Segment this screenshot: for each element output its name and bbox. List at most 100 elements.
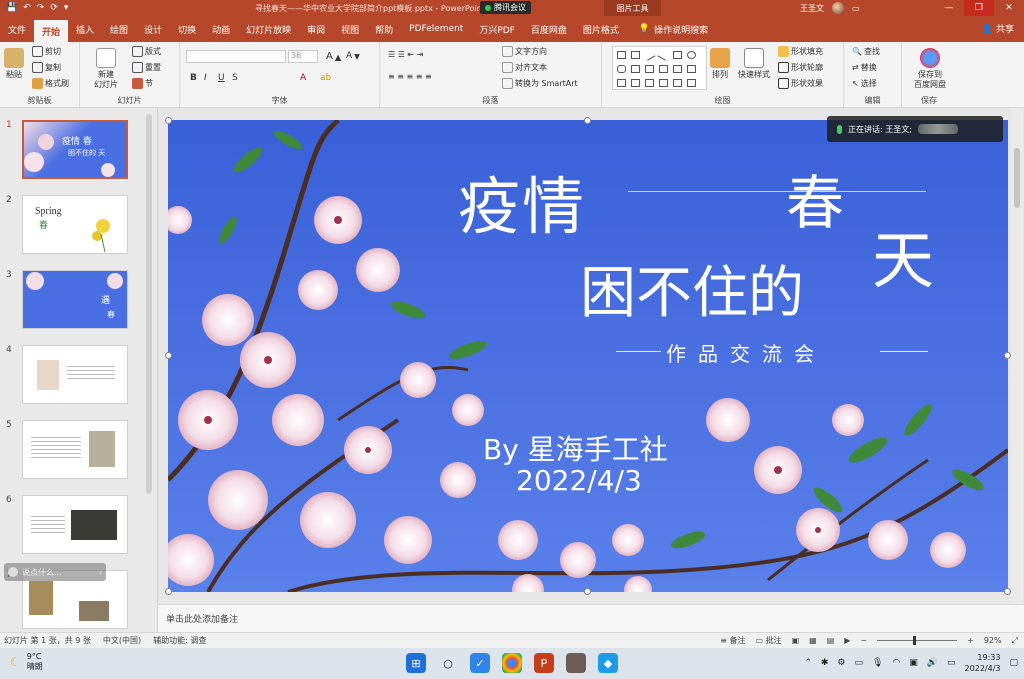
- font-color-icon[interactable]: A: [300, 73, 306, 83]
- volume-icon[interactable]: 🔊: [927, 658, 938, 668]
- tab-picture-format[interactable]: 图片格式: [575, 16, 627, 42]
- zoom-level[interactable]: 92%: [984, 636, 1002, 645]
- resize-handle-n[interactable]: [584, 117, 591, 124]
- search-icon[interactable]: ○: [438, 653, 458, 673]
- thumbnails-scrollbar[interactable]: [146, 114, 152, 494]
- slide-thumb-1[interactable]: 疫情 春 困不住的 天: [22, 120, 128, 179]
- tab-draw[interactable]: 绘图: [102, 16, 136, 42]
- zoom-slider[interactable]: [877, 636, 958, 645]
- bullets-icon[interactable]: ☰ ☰ ⇤ ⇥: [388, 50, 423, 59]
- arrange-button[interactable]: 排列: [710, 48, 730, 80]
- format-painter-button[interactable]: 格式刷: [32, 78, 69, 89]
- powerpoint-icon[interactable]: P: [534, 653, 554, 673]
- resize-handle-sw[interactable]: [165, 588, 172, 595]
- sorter-view-icon[interactable]: ▦: [809, 636, 817, 645]
- reading-view-icon[interactable]: ▤: [827, 636, 835, 645]
- grow-font-icon[interactable]: A ▲: [326, 51, 341, 62]
- zoom-out-icon[interactable]: −: [860, 636, 867, 645]
- save-to-netdisk-button[interactable]: 保存到 百度网盘: [910, 48, 950, 90]
- chevron-left-icon[interactable]: ‹: [99, 568, 102, 577]
- slide-title-day[interactable]: 天: [872, 210, 934, 300]
- todo-icon[interactable]: ✓: [470, 653, 490, 673]
- chat-input-pill[interactable]: 说点什么... ‹: [4, 563, 106, 581]
- shape-outline-button[interactable]: 形状轮廓: [778, 62, 823, 73]
- paste-button[interactable]: 粘贴: [4, 48, 24, 80]
- tab-insert[interactable]: 插入: [68, 16, 102, 42]
- wifi-icon[interactable]: ◠: [892, 658, 900, 668]
- copy-button[interactable]: 复制: [32, 62, 61, 73]
- slide-thumb-4[interactable]: [22, 345, 128, 404]
- display-icon[interactable]: ▭: [854, 658, 863, 668]
- notes-pane[interactable]: 单击此处添加备注: [158, 604, 1024, 632]
- user-area[interactable]: 王圣文 ▭: [800, 0, 860, 16]
- cut-button[interactable]: 剪切: [32, 46, 61, 57]
- brace2-shape-icon[interactable]: [659, 79, 668, 87]
- fit-slide-icon[interactable]: ⤢: [1012, 636, 1018, 646]
- triangle-shape-icon[interactable]: [631, 65, 640, 73]
- oval-shape-icon[interactable]: [687, 51, 696, 59]
- slide-title-cannot-trap[interactable]: 困不住的: [580, 248, 804, 329]
- camera-icon[interactable]: ▣: [909, 658, 918, 668]
- rectangle-shape-icon[interactable]: [617, 51, 626, 59]
- elbow-shape-icon[interactable]: [645, 65, 654, 73]
- layout-button[interactable]: 版式: [132, 46, 161, 57]
- slideshow-view-icon[interactable]: ▶: [844, 636, 850, 645]
- restore-icon[interactable]: ❐: [964, 0, 994, 16]
- tab-file[interactable]: 文件: [0, 16, 34, 42]
- refresh-icon[interactable]: ⟳: [50, 3, 58, 13]
- ribbon-display-icon[interactable]: ▭: [852, 4, 860, 13]
- tab-help[interactable]: 帮助: [367, 16, 401, 42]
- line-shape-icon[interactable]: [643, 49, 656, 61]
- canvas-scrollbar[interactable]: [1011, 108, 1023, 604]
- slide-thumb-5[interactable]: [22, 420, 128, 479]
- weather-widget[interactable]: ☾ 9°C 晴朗: [10, 652, 43, 672]
- avatar[interactable]: [832, 2, 844, 14]
- close-icon[interactable]: ✕: [994, 0, 1024, 16]
- section-button[interactable]: 节: [132, 78, 153, 89]
- notes-toggle[interactable]: ≡ 备注: [720, 635, 745, 646]
- redo-icon[interactable]: ↷: [37, 3, 45, 13]
- settings-icon[interactable]: ⚙: [837, 658, 845, 668]
- strikethrough-button[interactable]: S: [232, 73, 238, 83]
- current-slide[interactable]: 疫情 春 困不住的 天 作品交流会 By 星海手工社 2022/4/3: [168, 120, 1008, 592]
- tab-home[interactable]: 开始: [34, 20, 69, 42]
- share-button[interactable]: 👤 共享: [982, 22, 1014, 35]
- new-slide-button[interactable]: 新建 幻灯片: [94, 48, 118, 90]
- microphone-tray-icon[interactable]: 🎙: [872, 658, 883, 668]
- tab-slideshow[interactable]: 幻灯片放映: [238, 16, 299, 42]
- slide-thumb-2[interactable]: Spring 春: [22, 195, 128, 254]
- tab-transitions[interactable]: 切换: [170, 16, 204, 42]
- shape-fill-button[interactable]: 形状填充: [778, 46, 823, 57]
- tab-animations[interactable]: 动画: [204, 16, 238, 42]
- font-family-select[interactable]: [186, 50, 286, 63]
- more-shapes-icon[interactable]: [687, 79, 696, 87]
- customize-qat-icon[interactable]: ▾: [64, 3, 69, 13]
- brace-shape-icon[interactable]: [645, 79, 654, 87]
- slide-title-epidemic[interactable]: 疫情: [458, 156, 586, 246]
- accessibility-indicator[interactable]: 辅助功能: 调查: [153, 635, 206, 646]
- text-direction-button[interactable]: 文字方向: [502, 46, 547, 57]
- select-button[interactable]: ↖ 选择: [852, 78, 877, 89]
- reset-button[interactable]: 重置: [132, 62, 161, 73]
- square-shape-icon[interactable]: [673, 51, 682, 59]
- bluetooth-icon[interactable]: ✱: [821, 658, 829, 668]
- clock[interactable]: 19:33 2022/4/3: [965, 652, 1001, 674]
- slide-date[interactable]: 2022/4/3: [516, 464, 642, 497]
- smartart-button[interactable]: 转换为 SmartArt: [502, 78, 578, 89]
- arrow2-shape-icon[interactable]: [673, 65, 682, 73]
- line2-shape-icon[interactable]: [657, 49, 670, 61]
- resize-handle-e[interactable]: [1004, 352, 1011, 359]
- tencent-meeting-icon[interactable]: ◆: [598, 653, 618, 673]
- shapes-gallery[interactable]: [612, 46, 707, 90]
- font-size-select[interactable]: 36: [288, 50, 318, 63]
- slide-author[interactable]: By 星海手工社: [483, 428, 668, 468]
- comments-toggle[interactable]: ▭ 批注: [755, 635, 781, 646]
- photo-app-icon[interactable]: [566, 653, 586, 673]
- canvas-scroll-thumb[interactable]: [1014, 148, 1020, 208]
- resize-handle-s[interactable]: [584, 588, 591, 595]
- tab-review[interactable]: 审阅: [299, 16, 333, 42]
- tab-baidu-netdisk[interactable]: 百度网盘: [523, 16, 575, 42]
- tab-view[interactable]: 视图: [333, 16, 367, 42]
- minimize-icon[interactable]: —: [934, 0, 964, 16]
- chrome-icon[interactable]: [502, 653, 522, 673]
